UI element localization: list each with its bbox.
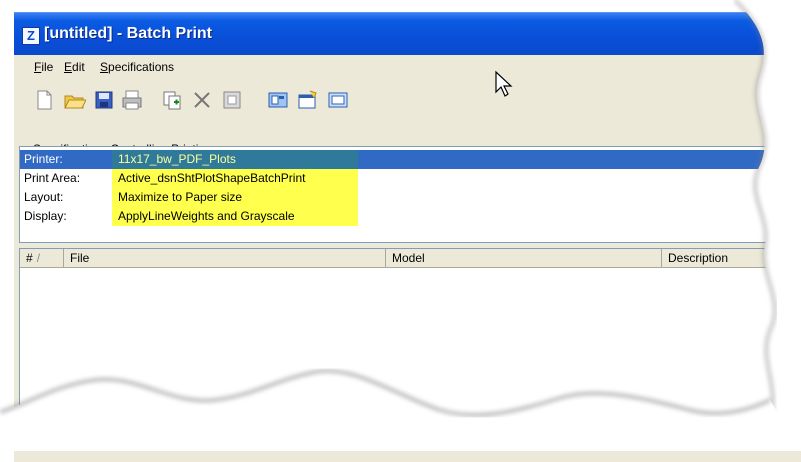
screenshot-stage: Z [untitled] - Batch Print File Edit Spe… [0, 0, 801, 462]
torn-edge-overlay [0, 0, 801, 451]
